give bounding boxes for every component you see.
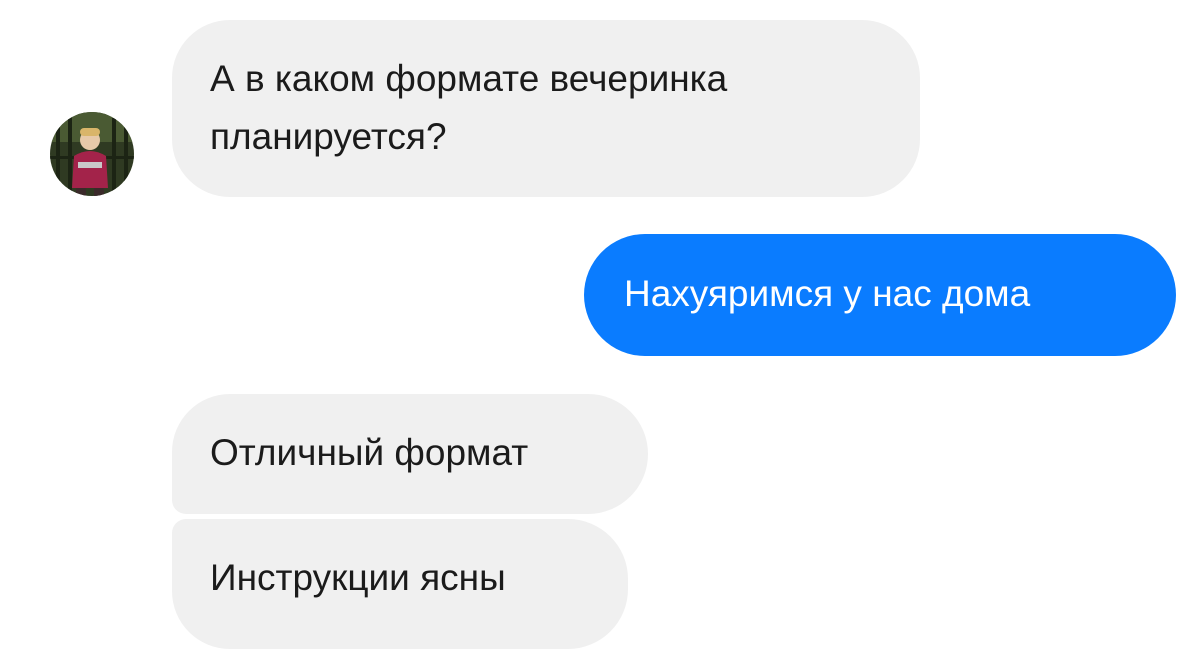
- message-text-line: планируется?: [210, 116, 447, 157]
- message-text: Отличный формат: [210, 432, 529, 473]
- avatar-photo-icon: [50, 112, 134, 196]
- message-bubble-incoming[interactable]: А в каком формате вечеринка планируется?: [172, 20, 920, 197]
- message-text: Нахуяримся у нас дома: [624, 273, 1031, 314]
- message-bubble-incoming[interactable]: Отличный формат: [172, 394, 648, 514]
- message-text: Инструкции ясны: [210, 557, 506, 598]
- contact-avatar[interactable]: [50, 112, 134, 196]
- message-text-line: А в каком формате вечеринка: [210, 58, 728, 99]
- message-bubble-incoming[interactable]: Инструкции ясны: [172, 519, 628, 649]
- chat-thread: А в каком формате вечеринка планируется?…: [0, 0, 1200, 649]
- message-bubble-outgoing[interactable]: Нахуяримся у нас дома: [584, 234, 1176, 356]
